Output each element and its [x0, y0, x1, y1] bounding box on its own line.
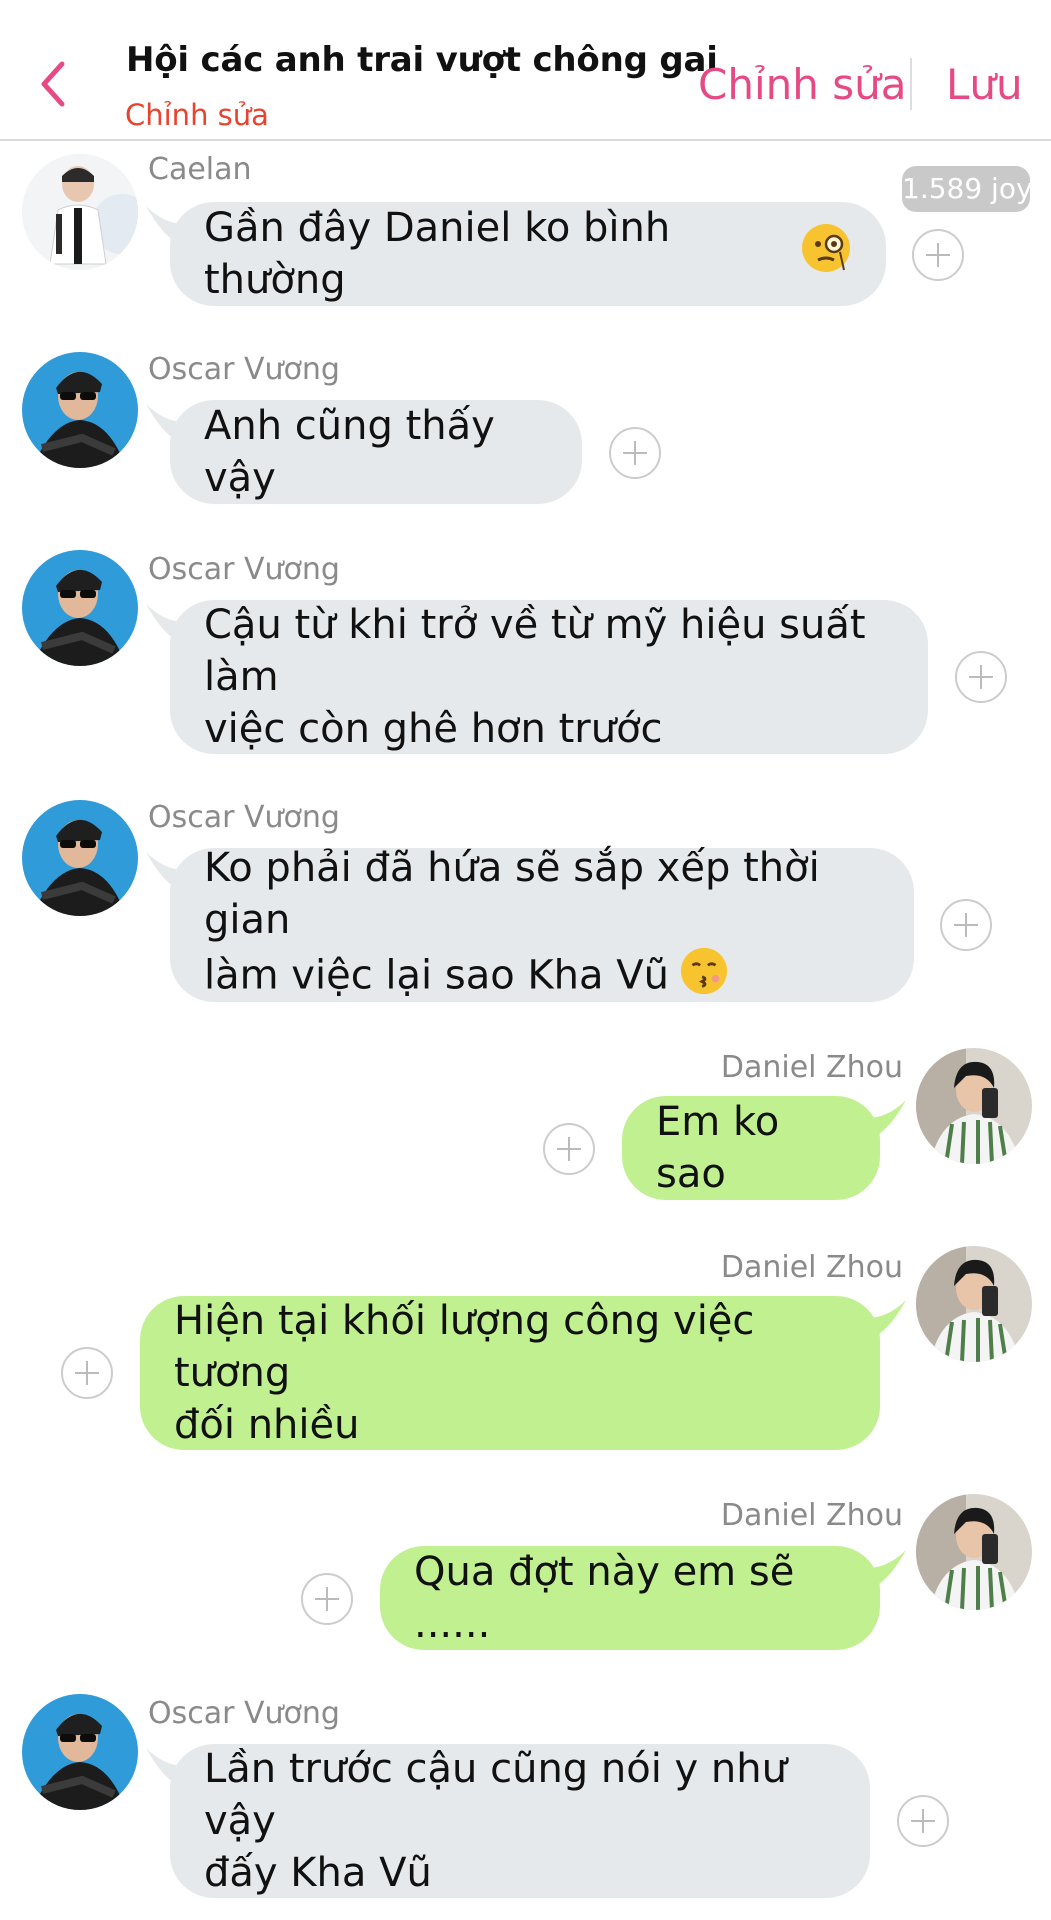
message-bubble[interactable]: Qua đợt này em sẽ ...... [380, 1546, 880, 1650]
back-chevron-icon[interactable] [34, 54, 74, 114]
message-text-line: đấy Kha Vũ [204, 1850, 432, 1896]
add-reaction-icon[interactable] [954, 650, 1008, 704]
sender-name: Daniel Zhou [720, 1050, 903, 1085]
avatar-oscar [22, 800, 138, 916]
avatar-oscar [22, 1694, 138, 1810]
sender-name: Caelan [148, 152, 252, 187]
sender-name: Daniel Zhou [720, 1498, 903, 1533]
save-button[interactable]: Lưu [946, 60, 1023, 109]
avatar-daniel [916, 1246, 1032, 1362]
avatar-daniel [916, 1048, 1032, 1164]
message-text-line: Ko phải đã hứa sẽ sắp xếp thời gian [204, 844, 820, 943]
sender-name: Oscar Vương [148, 800, 340, 835]
message-bubble[interactable]: Ko phải đã hứa sẽ sắp xếp thời gian làm … [170, 845, 914, 1002]
add-reaction-icon[interactable] [939, 898, 993, 952]
add-reaction-icon[interactable] [60, 1346, 114, 1400]
avatar-caelan [22, 154, 138, 270]
message-text-line: làm việc lại sao Kha Vũ [204, 946, 880, 1009]
chat-title: Hội các anh trai vượt chông gai [126, 40, 718, 80]
message-bubble[interactable]: Anh cũng thấy vậy [170, 400, 582, 504]
sender-name: Daniel Zhou [720, 1250, 903, 1285]
message-text: Em ko sao [656, 1099, 780, 1197]
message-bubble[interactable]: Cậu từ khi trở về từ mỹ hiệu suất làm vi… [170, 600, 928, 754]
add-reaction-icon[interactable] [300, 1572, 354, 1626]
message-text: Anh cũng thấy vậy [204, 403, 495, 501]
message-text: làm việc lại sao Kha Vũ [204, 952, 669, 998]
message-bubble[interactable]: Gần đây Daniel ko bình thường [170, 202, 886, 306]
add-reaction-icon[interactable] [911, 228, 965, 282]
avatar-daniel [916, 1494, 1032, 1610]
message-text-line: việc còn ghê hơn trước [204, 706, 663, 752]
message-text-line: đối nhiều [174, 1402, 360, 1448]
sender-name: Oscar Vương [148, 552, 340, 587]
add-reaction-icon[interactable] [896, 1794, 950, 1848]
avatar-oscar [22, 352, 138, 468]
add-reaction-icon[interactable] [608, 426, 662, 480]
add-reaction-icon[interactable] [542, 1122, 596, 1176]
message-text: Qua đợt này em sẽ ...... [414, 1549, 795, 1647]
header-divider [910, 58, 912, 110]
message-text-line: Lần trước cậu cũng nói y như vậy [204, 1746, 787, 1844]
message-text: Gần đây Daniel ko bình thường [204, 205, 671, 303]
sender-name: Oscar Vương [148, 352, 340, 387]
message-bubble[interactable]: Lần trước cậu cũng nói y như vậy đấy Kha… [170, 1744, 870, 1898]
face-with-monocle-icon [800, 222, 852, 287]
chat-header: Hội các anh trai vượt chông gai Chỉnh sử… [0, 0, 1051, 141]
chat-screen: Hội các anh trai vượt chông gai Chỉnh sử… [0, 0, 1051, 1920]
sender-name: Oscar Vương [148, 1696, 340, 1731]
message-bubble[interactable]: Em ko sao [622, 1096, 880, 1200]
joy-count-badge: 1.589 joy [902, 166, 1030, 212]
message-bubble[interactable]: Hiện tại khối lượng công việc tương đối … [140, 1296, 880, 1450]
edit-button[interactable]: Chỉnh sửa [698, 60, 906, 109]
message-text-line: Cậu từ khi trở về từ mỹ hiệu suất làm [204, 602, 866, 700]
message-text-line: Hiện tại khối lượng công việc tương [174, 1298, 755, 1396]
kissing-face-icon [679, 946, 729, 1009]
chat-subtitle: Chỉnh sửa [125, 98, 269, 132]
avatar-oscar [22, 550, 138, 666]
